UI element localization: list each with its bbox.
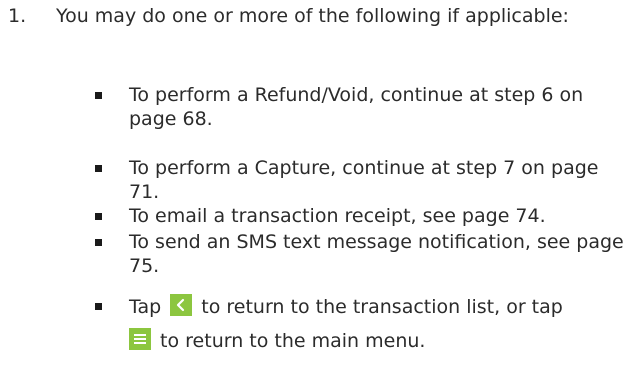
chevron-left-icon bbox=[170, 294, 193, 316]
bullet-marker bbox=[95, 165, 102, 172]
list-item-text: To send an SMS text message notification… bbox=[129, 231, 624, 277]
bullet-marker bbox=[95, 92, 102, 99]
list-item-text: To email a transaction receipt, see page… bbox=[129, 205, 546, 227]
bullet-marker bbox=[95, 213, 102, 220]
step-intro-text: You may do one or more of the following … bbox=[56, 5, 569, 27]
bullet-marker bbox=[95, 303, 102, 310]
list-item-text: To perform a Capture, continue at step 7… bbox=[129, 157, 599, 203]
hamburger-menu-icon bbox=[129, 328, 151, 350]
bullet-marker bbox=[95, 239, 102, 246]
list-item-text: To perform a Refund/Void, continue at st… bbox=[129, 84, 584, 130]
menu-instruction-text: to return to the main menu. bbox=[160, 330, 426, 352]
back-instruction-text: to return to the transaction list, or ta… bbox=[201, 296, 563, 318]
list-item-text: Tap to return to the transaction list, o… bbox=[129, 290, 634, 358]
tap-label: Tap bbox=[129, 296, 162, 318]
step-number: 1. bbox=[8, 5, 27, 27]
